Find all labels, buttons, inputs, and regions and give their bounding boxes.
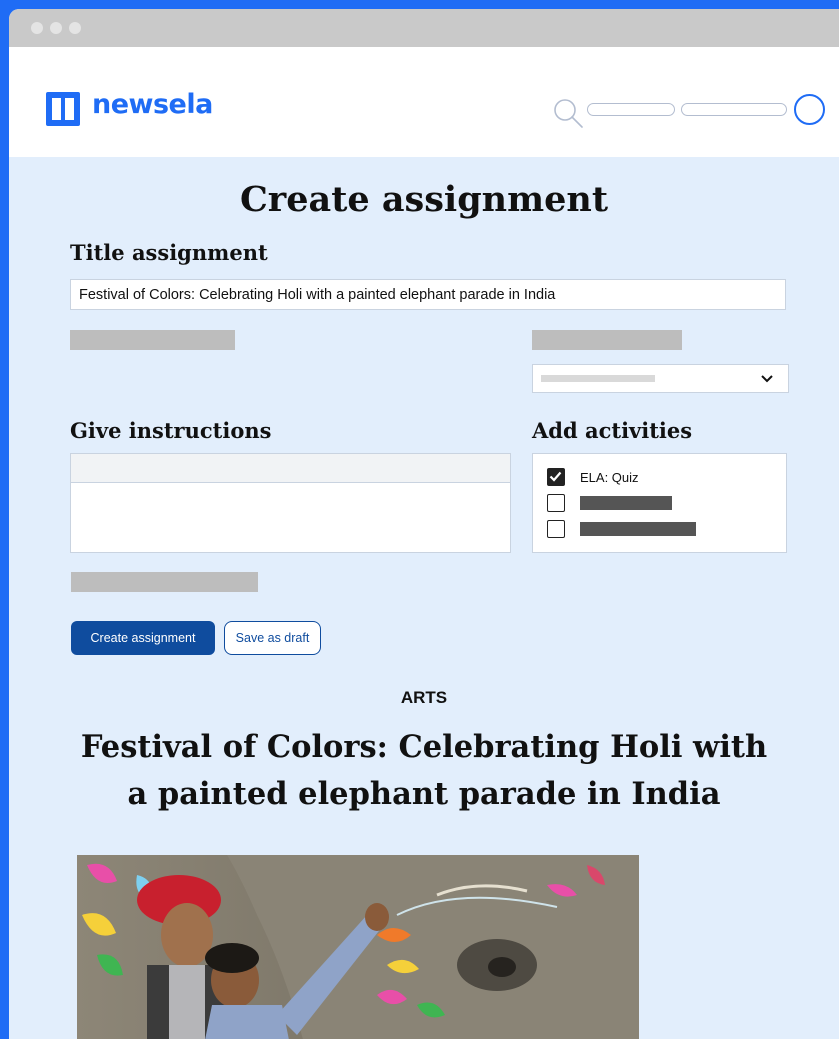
- activity-label-placeholder: [580, 496, 672, 510]
- article-title-line: Festival of Colors: Celebrating Holi wit…: [80, 729, 768, 765]
- page-title: Create assignment: [239, 179, 609, 220]
- placeholder-field-label: [71, 572, 258, 592]
- article-title-line: a painted elephant parade in India: [127, 776, 721, 812]
- activity-label-placeholder: [580, 522, 696, 536]
- assignment-select[interactable]: [532, 364, 789, 393]
- activity-checkbox[interactable]: [547, 494, 565, 512]
- nav-placeholder-link[interactable]: [587, 103, 675, 116]
- window-titlebar: [9, 9, 839, 47]
- article-category: ARTS: [400, 688, 448, 707]
- title-input[interactable]: [70, 279, 786, 310]
- avatar[interactable]: [794, 94, 825, 125]
- site-header: newsela: [9, 47, 839, 157]
- activity-label: ELA: Quiz: [580, 470, 639, 485]
- check-icon: [549, 471, 562, 482]
- window-dot-close[interactable]: [31, 22, 43, 34]
- browser-window: newsela Create assignment Title assignme…: [9, 9, 839, 1039]
- brand-name[interactable]: newsela: [92, 89, 213, 120]
- search-icon[interactable]: [552, 97, 586, 131]
- article-photo: [77, 855, 639, 1039]
- select-placeholder: [541, 375, 655, 382]
- save-draft-button[interactable]: Save as draft: [224, 621, 321, 655]
- instructions-label: Give instructions: [70, 418, 272, 443]
- newsela-logo-icon[interactable]: [46, 92, 80, 126]
- activities-label: Add activities: [532, 418, 693, 443]
- instructions-editor[interactable]: [70, 453, 511, 553]
- activity-checkbox[interactable]: [547, 468, 565, 486]
- create-assignment-button[interactable]: Create assignment: [71, 621, 215, 655]
- placeholder-field-label: [70, 330, 235, 350]
- activity-checkbox[interactable]: [547, 520, 565, 538]
- article-title: Festival of Colors: Celebrating Holi wit…: [49, 724, 799, 818]
- elephant-photo-illustration: [77, 855, 639, 1039]
- window-dot-minimize[interactable]: [50, 22, 62, 34]
- title-label: Title assignment: [70, 240, 268, 265]
- activities-list: ELA: Quiz: [532, 453, 787, 553]
- placeholder-field-label: [532, 330, 682, 350]
- window-dot-maximize[interactable]: [69, 22, 81, 34]
- editor-toolbar[interactable]: [71, 454, 510, 483]
- chevron-down-icon: [761, 375, 773, 383]
- nav-placeholder-link[interactable]: [681, 103, 787, 116]
